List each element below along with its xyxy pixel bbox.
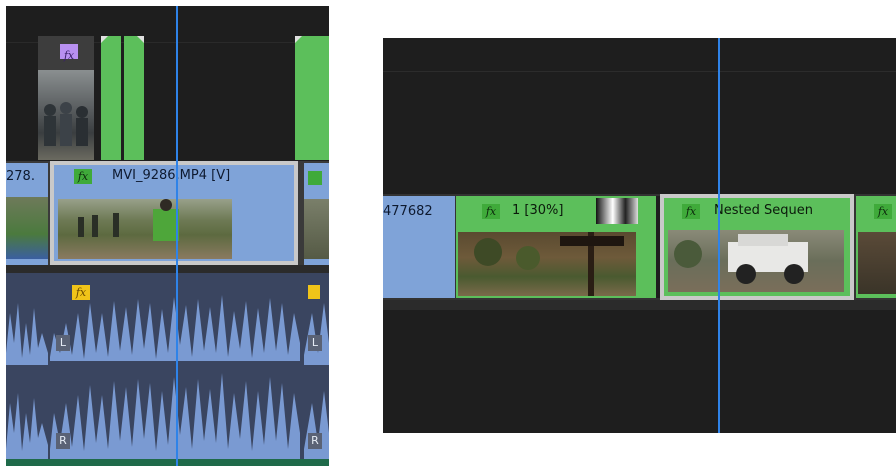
audio-clip-right[interactable]: L R — [304, 273, 329, 459]
fx-badge: fx — [74, 169, 92, 184]
clip-name: 1 [30%] — [512, 203, 564, 218]
clip-header: fx MVI_9286.MP4 [V] — [54, 165, 294, 187]
clip-corner-marker — [137, 36, 144, 43]
fx-badge: fx — [482, 204, 500, 219]
fx-badge — [308, 171, 322, 185]
clip-name: Nested Sequen — [714, 203, 813, 218]
green-clip-sliver[interactable] — [295, 36, 329, 160]
field-scene-icon — [78, 199, 179, 241]
people-thumbnail — [38, 70, 94, 160]
partial-video-clip[interactable]: 477682 — [383, 196, 455, 298]
clip-partial-label: 477682 — [383, 204, 433, 219]
people-icon — [44, 102, 88, 146]
partial-video-clip[interactable]: 278. — [6, 163, 48, 265]
channel-label-left: L — [56, 335, 70, 351]
fx-badge: fx — [72, 285, 90, 300]
track-divider — [383, 71, 896, 72]
clip-thumbnail — [458, 232, 636, 296]
clip-thumbnail — [6, 197, 48, 259]
timeline-panel-left: fx 278. fx MVI_9286.MP4 [V] fx L R L R — [6, 6, 329, 466]
fx-badge — [308, 285, 320, 299]
clip-one-30-percent[interactable]: fx 1 [30%] — [456, 196, 656, 298]
green-clip-sliver[interactable] — [124, 36, 144, 160]
channel-label-right: R — [56, 433, 70, 449]
clip-partial-label: 278. — [6, 169, 35, 184]
timeline-panel-right: 477682 fx 1 [30%] fx Nested Sequen fx — [383, 38, 896, 433]
fx-label: fx — [63, 49, 75, 62]
clip-nested-sequence[interactable]: fx Nested Sequen — [660, 194, 854, 300]
audio-clip-partial[interactable] — [6, 273, 48, 459]
track-gap — [383, 300, 896, 310]
clip-name: MVI_9286.MP4 [V] — [112, 168, 231, 183]
clip-thumbnail — [858, 232, 896, 294]
upper-clip[interactable]: fx — [38, 36, 94, 160]
audio-clip-mvi-9286[interactable]: fx L R — [50, 273, 300, 459]
waveform-icon — [50, 273, 300, 451]
waveform-icon — [6, 273, 48, 451]
playhead-line[interactable] — [176, 6, 178, 466]
green-clip-sliver[interactable] — [101, 36, 121, 160]
clip-corner-marker — [101, 36, 108, 43]
clip-thumbnail — [304, 199, 329, 259]
channel-label-left: L — [308, 335, 322, 351]
signpost-icon — [474, 232, 624, 296]
playhead-line[interactable] — [718, 38, 720, 433]
channel-text: L — [311, 336, 319, 349]
channel-text: R — [59, 434, 67, 447]
fx-badge: fx — [682, 204, 700, 219]
channel-label-right: R — [308, 433, 322, 449]
clip-header-thumbnail — [596, 198, 638, 224]
waveform-icon — [304, 273, 329, 449]
partial-clip-right[interactable]: fx — [856, 196, 896, 298]
fx-badge: fx — [60, 44, 78, 62]
track-footer — [6, 459, 329, 466]
jeep-icon — [674, 234, 808, 284]
channel-text: R — [311, 434, 319, 447]
audio-track-a1: fx L R L R — [6, 273, 329, 459]
clip-mvi-9286[interactable]: fx MVI_9286.MP4 [V] — [50, 161, 298, 265]
track-gap — [6, 265, 329, 273]
channel-text: L — [59, 336, 67, 349]
partial-video-clip-right[interactable] — [304, 163, 329, 265]
clip-thumbnail — [668, 230, 844, 292]
clip-corner-marker — [295, 36, 302, 43]
fx-badge: fx — [874, 204, 892, 219]
clip-thumbnail — [58, 199, 232, 259]
